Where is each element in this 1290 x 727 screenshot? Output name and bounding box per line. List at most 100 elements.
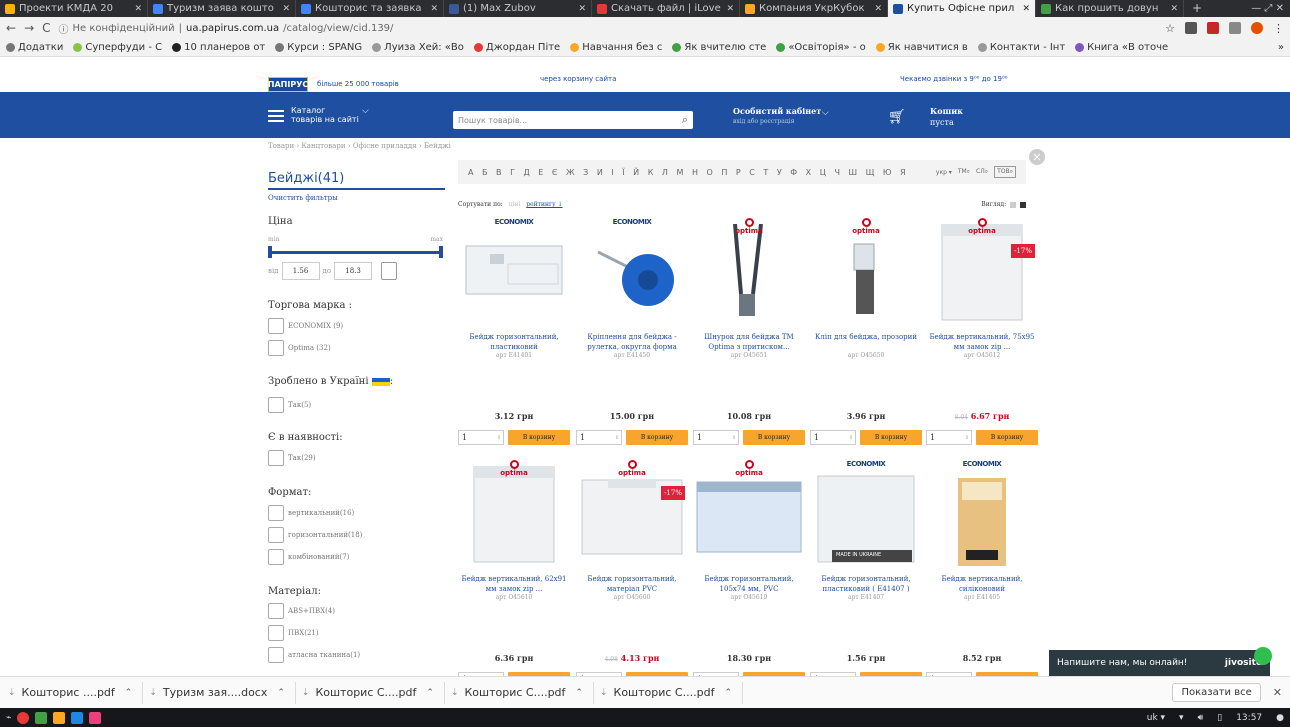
product-name[interactable]: Шнурок для бейджа ТМ Optima з притиском.…	[693, 332, 805, 352]
tov-search-toggle[interactable]: ТОВ⌕	[994, 166, 1016, 178]
chat-widget[interactable]: Напишите нам, мы онлайн! jivosite	[1049, 647, 1272, 676]
files-icon[interactable]	[53, 711, 66, 724]
browser-tab[interactable]: Кошторис та заявка ✕	[296, 0, 444, 17]
bookmark-item[interactable]: «Освіторія» - о	[776, 42, 866, 53]
checkbox[interactable]	[268, 397, 284, 413]
clock[interactable]: 13:57	[1236, 713, 1262, 723]
close-icon[interactable]: ✕	[578, 4, 586, 14]
battery-icon[interactable]: ▯	[1217, 713, 1222, 723]
extension-icon[interactable]	[1207, 22, 1219, 34]
stepper-arrows-icon[interactable]: ⇕	[497, 435, 503, 441]
profile-icon[interactable]	[1251, 22, 1263, 34]
close-icon[interactable]: ✕	[1273, 686, 1282, 699]
quantity-stepper[interactable]: 1⇕	[458, 430, 504, 445]
close-icon[interactable]: ✕	[726, 4, 734, 14]
forward-icon[interactable]: →	[24, 21, 34, 35]
extension-icon[interactable]	[1229, 22, 1241, 34]
chrome-icon[interactable]	[17, 711, 30, 724]
product-name[interactable]: Бейдж горизонтальний, 105x74 мм, PVC	[693, 574, 805, 594]
app-icon[interactable]	[71, 711, 84, 724]
browser-tab[interactable]: (1) Max Zubov ✕	[444, 0, 592, 17]
bookmark-item[interactable]: Додатки	[6, 42, 63, 53]
close-icon[interactable]: ✕	[1029, 149, 1045, 165]
quantity-stepper[interactable]: 1⇕	[576, 430, 622, 445]
network-icon[interactable]: ▾	[1179, 713, 1184, 723]
bookmark-item[interactable]: Контакти - Інт	[977, 42, 1065, 53]
language-select[interactable]: укр ▾	[936, 169, 952, 176]
product-name[interactable]: Бейдж горизонтальний, матеріал PVC	[576, 574, 688, 594]
filter-checkbox[interactable]: атласна тканина(1)	[268, 647, 360, 663]
sort-by-rating[interactable]: рейтингу ↓	[526, 201, 562, 208]
cart-button[interactable]: Кошик пуста	[930, 106, 963, 128]
browser-tab[interactable]: Как прошить довун ✕	[1036, 0, 1184, 17]
filter-checkbox[interactable]: комбінований(7)	[268, 549, 349, 565]
volume-icon[interactable]: 🔊︎	[1198, 713, 1204, 723]
product-image[interactable]	[695, 466, 803, 566]
bookmark-item[interactable]: 10 планеров от	[172, 42, 265, 53]
menu-icon[interactable]	[268, 110, 284, 122]
download-item[interactable]: ⇣ Кошторис С....pdf ⌃	[302, 681, 445, 704]
chevron-up-icon[interactable]: ⌃	[724, 688, 732, 698]
add-to-cart-button[interactable]: В корзину	[976, 430, 1038, 445]
checkbox[interactable]	[268, 647, 284, 663]
browser-tab[interactable]: Купить Офісне прил ✕	[888, 0, 1036, 17]
product-name[interactable]: Бейдж горизонтальний, пластиковий ( E414…	[810, 574, 922, 594]
add-to-cart-button[interactable]: В корзину	[743, 430, 805, 445]
close-icon[interactable]: ✕	[134, 4, 142, 14]
product-image[interactable]	[812, 466, 920, 566]
filter-checkbox[interactable]: ABS+ПВХ(4)	[268, 603, 335, 619]
filter-checkbox[interactable]: ECONOMIX (9)	[268, 318, 343, 334]
chevron-up-icon[interactable]: ⌃	[277, 688, 285, 698]
quantity-stepper[interactable]: 1⇕	[810, 430, 856, 445]
product-name[interactable]: Бейдж горизонтальний, пластиковий	[458, 332, 570, 352]
browser-tab[interactable]: Скачать файл | iLove ✕	[592, 0, 740, 17]
product-name[interactable]: Бейдж вертикальний, силіконовий	[926, 574, 1038, 594]
info-icon[interactable]: ⓘ	[59, 21, 69, 36]
filter-checkbox[interactable]: горизонтальний(18)	[268, 527, 362, 543]
stepper-arrows-icon[interactable]: ⇕	[615, 435, 621, 441]
filter-checkbox[interactable]: вертикальний(16)	[268, 505, 354, 521]
bookmark-item[interactable]: Як вчителю сте	[672, 42, 766, 53]
product-image[interactable]	[695, 223, 803, 324]
star-icon[interactable]: ☆	[1165, 22, 1175, 35]
browser-tab[interactable]: Компания УкрКубок ✕	[740, 0, 888, 17]
apply-price-button[interactable]	[381, 262, 398, 280]
checkbox[interactable]	[268, 527, 284, 543]
filter-checkbox[interactable]: Так(5)	[268, 397, 311, 413]
bookmark-item[interactable]: Джордан Піте	[473, 42, 560, 53]
download-item[interactable]: ⇣ Туризм зая....docx ⌃	[149, 681, 296, 704]
window-controls[interactable]: — ⤢ ✕	[1251, 0, 1290, 17]
search-icon[interactable]: ⌕	[682, 113, 688, 127]
sl-search-toggle[interactable]: СЛ⌕	[976, 168, 988, 176]
start-icon[interactable]: ⌁	[6, 713, 11, 723]
download-item[interactable]: ⇣ Кошторис С....pdf ⌃	[451, 681, 594, 704]
quantity-stepper[interactable]: 1⇕	[693, 430, 739, 445]
checkbox[interactable]	[268, 450, 284, 466]
reload-icon[interactable]: C	[42, 21, 50, 35]
checkbox[interactable]	[268, 549, 284, 565]
chevron-up-icon[interactable]: ⌃	[575, 688, 583, 698]
close-icon[interactable]: ✕	[282, 4, 290, 14]
product-image[interactable]	[578, 466, 686, 566]
grid-view-icon[interactable]	[1020, 201, 1026, 208]
stepper-arrows-icon[interactable]: ⇕	[849, 435, 855, 441]
checkbox[interactable]	[268, 505, 284, 521]
bookmark-item[interactable]: Як навчитися в	[875, 42, 968, 53]
sort-by-price[interactable]: ціні	[509, 201, 521, 208]
bookmark-item[interactable]: Луиза Хей: «Во	[372, 42, 464, 53]
tm-search-toggle[interactable]: ТМ⌕	[958, 168, 970, 176]
product-image[interactable]	[928, 466, 1036, 566]
checkbox[interactable]	[268, 625, 284, 641]
site-logo[interactable]: ПАПІРУС	[268, 77, 308, 92]
download-item[interactable]: ⇣ Кошторис С....pdf ⌃	[600, 681, 743, 704]
bookmark-item[interactable]: Курси : SPANG	[275, 42, 362, 53]
chevron-up-icon[interactable]: ⌃	[426, 688, 434, 698]
url-field[interactable]: ⓘ Не конфіденційний | ua.papirus.com.ua /…	[59, 21, 1158, 36]
back-icon[interactable]: ←	[6, 21, 16, 35]
add-to-cart-button[interactable]: В корзину	[860, 430, 922, 445]
bookmark-item[interactable]: Книга «В оточе	[1075, 42, 1168, 53]
product-image[interactable]	[578, 224, 686, 324]
add-to-cart-button[interactable]: В корзину	[508, 430, 570, 445]
close-icon[interactable]: ✕	[1170, 4, 1178, 14]
product-image[interactable]	[812, 224, 920, 324]
